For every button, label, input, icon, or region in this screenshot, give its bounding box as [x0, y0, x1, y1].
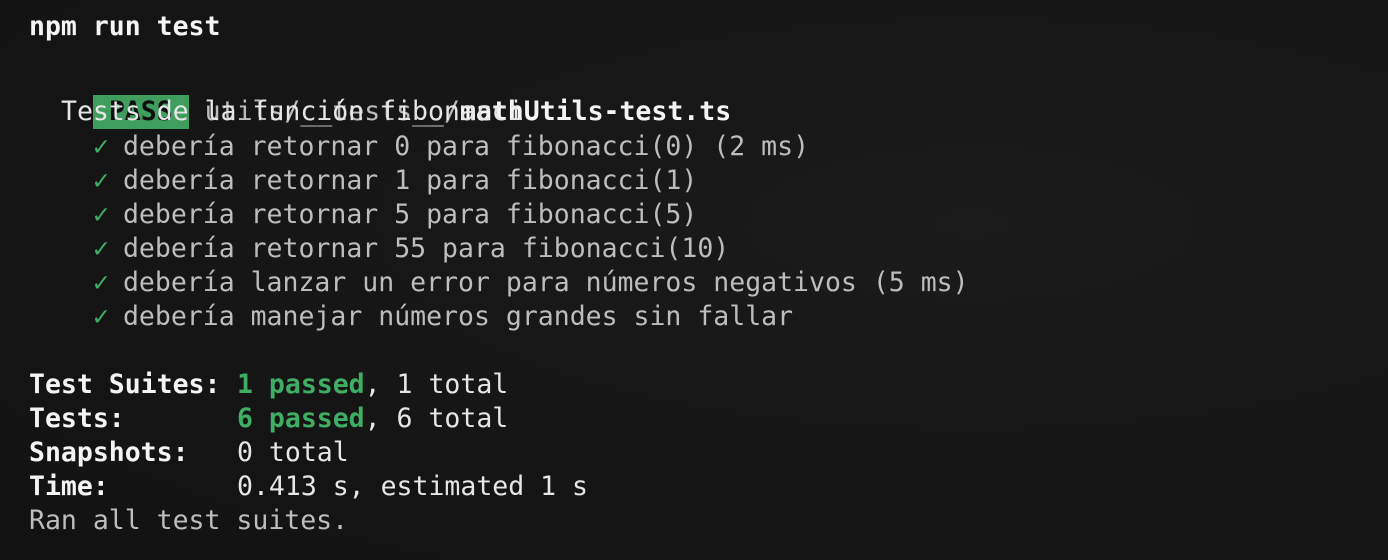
summary-suites: Test Suites: 1 passed, 1 total [29, 368, 508, 402]
test-time: (2 ms) [713, 131, 810, 162]
test-name: debería retornar 55 para fibonacci(10) [122, 233, 730, 264]
summary-tests: Tests: 6 passed, 6 total [29, 402, 508, 436]
test-item: ✓ debería retornar 1 para fibonacci(1) [93, 164, 697, 198]
summary-label: Time: [29, 471, 109, 502]
check-icon: ✓ [93, 131, 109, 162]
test-name: debería retornar 0 para fibonacci(0) [122, 131, 698, 162]
check-icon: ✓ [93, 199, 109, 230]
check-icon: ✓ [93, 233, 109, 264]
summary-label: Snapshots: [29, 437, 189, 468]
test-item: ✓ debería manejar números grandes sin fal… [93, 300, 793, 334]
summary-snapshots: Snapshots: 0 total [29, 436, 349, 470]
test-item: ✓ debería retornar 0 para fibonacci(0) (2… [93, 130, 809, 164]
test-item: ✓ debería retornar 55 para fibonacci(10) [93, 232, 729, 266]
tests-total: , 6 total [364, 403, 509, 434]
summary-label: Test Suites: [29, 369, 221, 400]
snapshots-value: 0 total [237, 437, 349, 468]
suites-total: , 1 total [364, 369, 509, 400]
test-item: ✓ debería retornar 5 para fibonacci(5) [93, 198, 697, 232]
time-value: 0.413 s, estimated 1 s [237, 471, 588, 502]
test-name: debería lanzar un error para números neg… [122, 267, 857, 298]
test-item: ✓ debería lanzar un error para números ne… [93, 266, 969, 300]
test-result-header: PASS utils/__tests__/mathUtils-test.ts [29, 61, 731, 129]
tests-passed: 6 passed [237, 403, 365, 434]
test-name: debería retornar 5 para fibonacci(5) [122, 199, 698, 230]
summary-label: Tests: [29, 403, 125, 434]
test-name: debería manejar números grandes sin fall… [122, 301, 794, 332]
check-icon: ✓ [93, 165, 109, 196]
check-icon: ✓ [93, 301, 109, 332]
summary-time: Time: 0.413 s, estimated 1 s [29, 470, 588, 504]
test-time: (5 ms) [872, 267, 969, 298]
command-line: npm run test [29, 11, 221, 42]
summary-footer: Ran all test suites. [29, 505, 349, 536]
check-icon: ✓ [93, 267, 109, 298]
suites-passed: 1 passed [237, 369, 365, 400]
test-name: debería retornar 1 para fibonacci(1) [122, 165, 698, 196]
describe-block-title: Tests de la función fibonacci [61, 96, 524, 127]
terminal-window[interactable]: npm run test PASS utils/__tests__/mathUti… [0, 0, 1388, 560]
